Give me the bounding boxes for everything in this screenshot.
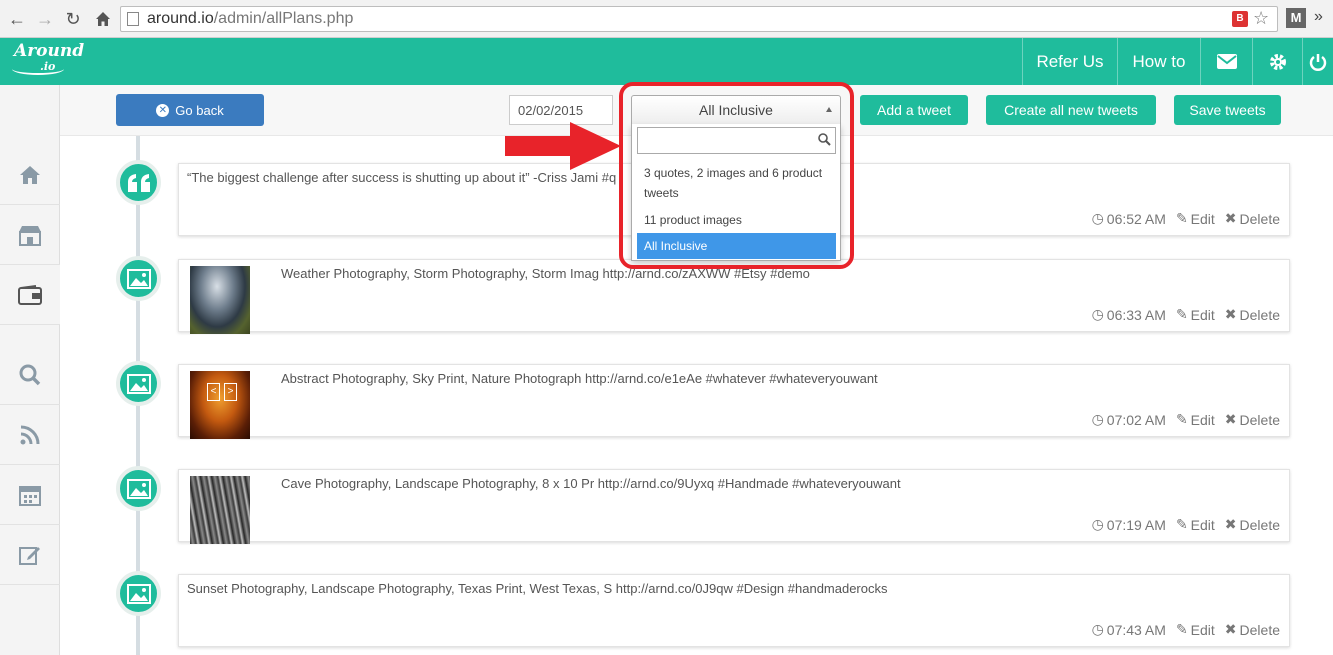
refer-us-link[interactable]: Refer Us [1022, 38, 1117, 85]
image-icon [116, 466, 161, 511]
delete-link[interactable]: ✖ Delete [1225, 621, 1280, 638]
gmail-extension-icon[interactable]: M [1286, 8, 1306, 28]
tweet-meta: ◷ 07:19 AM ✎ Edit ✖ Delete [1092, 516, 1280, 533]
back-arrow-icon[interactable]: ← [6, 8, 28, 30]
tweet-text: Abstract Photography, Sky Print, Nature … [281, 371, 878, 386]
red-arrow-icon [505, 122, 621, 170]
close-icon: ✖ [1224, 516, 1237, 532]
home-icon[interactable] [0, 145, 60, 205]
close-icon: ✖ [1224, 411, 1237, 427]
date-input[interactable] [509, 95, 613, 125]
tweet-card: Sunset Photography, Landscape Photograph… [178, 574, 1290, 647]
next-arrow-icon[interactable]: > [224, 383, 237, 401]
tweet-time: ◷ 06:52 AM [1091, 210, 1166, 227]
tweet-thumbnail[interactable] [190, 476, 250, 544]
tweet-card: < > Abstract Photography, Sky Print, Nat… [178, 364, 1290, 439]
store-icon[interactable] [0, 205, 60, 265]
page-icon [127, 12, 139, 26]
home-browser-icon[interactable] [92, 8, 114, 30]
tweet-time: ◷ 07:02 AM [1091, 411, 1166, 428]
highlight-frame [619, 82, 854, 269]
how-to-link[interactable]: How to [1117, 38, 1200, 85]
close-icon: ✖ [1224, 621, 1237, 637]
tweet-card: Cave Photography, Landscape Photography,… [178, 469, 1290, 544]
tweet-time: ◷ 07:19 AM [1091, 516, 1166, 533]
url-text: around.io/admin/allPlans.php [147, 10, 354, 27]
close-icon: ✖ [1224, 306, 1237, 322]
edit-link[interactable]: ✎ Edit [1176, 621, 1215, 638]
edit-link[interactable]: ✎ Edit [1176, 306, 1215, 323]
delete-link[interactable]: ✖ Delete [1225, 306, 1280, 323]
create-all-tweets-button[interactable]: Create all new tweets [986, 95, 1156, 125]
wallet-icon[interactable] [0, 265, 60, 325]
tweet-text: Cave Photography, Landscape Photography,… [281, 476, 901, 491]
image-icon [116, 256, 161, 301]
more-extensions-icon[interactable]: » [1314, 8, 1323, 26]
reload-icon[interactable]: ↻ [62, 8, 84, 30]
close-circle-icon: ✕ [156, 103, 170, 117]
close-icon: ✖ [1224, 210, 1237, 226]
quote-icon [116, 160, 161, 205]
tweet-meta: ◷ 06:52 AM ✎ Edit ✖ Delete [1092, 210, 1280, 227]
edit-link[interactable]: ✎ Edit [1176, 411, 1215, 428]
save-tweets-button[interactable]: Save tweets [1174, 95, 1281, 125]
clock-icon: ◷ [1091, 210, 1104, 226]
tweet-meta: ◷ 07:43 AM ✎ Edit ✖ Delete [1092, 621, 1280, 638]
tweet-meta: ◷ 07:02 AM ✎ Edit ✖ Delete [1092, 411, 1280, 428]
delete-link[interactable]: ✖ Delete [1225, 210, 1280, 227]
browser-toolbar: ← → ↻ around.io/admin/allPlans.php B ☆ M… [0, 0, 1333, 38]
delete-link[interactable]: ✖ Delete [1225, 411, 1280, 428]
add-tweet-button[interactable]: Add a tweet [860, 95, 968, 125]
pencil-icon: ✎ [1175, 621, 1188, 637]
image-icon [116, 361, 161, 406]
sidebar [0, 85, 60, 655]
power-icon[interactable] [1302, 38, 1333, 85]
edit-link[interactable]: ✎ Edit [1176, 210, 1215, 227]
edit-link[interactable]: ✎ Edit [1176, 516, 1215, 533]
tweet-thumbnail[interactable] [190, 266, 250, 334]
tweet-time: ◷ 07:43 AM [1091, 621, 1166, 638]
image-icon [116, 571, 161, 616]
clock-icon: ◷ [1091, 411, 1104, 427]
search-icon[interactable] [0, 345, 60, 405]
pencil-icon: ✎ [1175, 411, 1188, 427]
pencil-icon: ✎ [1175, 210, 1188, 226]
address-bar[interactable]: around.io/admin/allPlans.php B ☆ [120, 6, 1278, 32]
tweet-time: ◷ 06:33 AM [1091, 306, 1166, 323]
bookmark-star-icon[interactable]: ☆ [1253, 8, 1269, 29]
settings-gear-icon[interactable] [1252, 38, 1302, 85]
clock-icon: ◷ [1091, 516, 1104, 532]
calendar-icon[interactable] [0, 465, 60, 525]
tweet-thumbnail[interactable]: < > [190, 371, 250, 439]
logo-swoosh [12, 63, 64, 75]
prev-arrow-icon[interactable]: < [207, 383, 220, 401]
pencil-icon: ✎ [1175, 306, 1188, 322]
tweet-meta: ◷ 06:33 AM ✎ Edit ✖ Delete [1092, 306, 1280, 323]
extension-icon[interactable]: B [1232, 11, 1248, 27]
tweet-text: Sunset Photography, Landscape Photograph… [187, 581, 888, 596]
tweet-card: Weather Photography, Storm Photography, … [178, 259, 1290, 334]
rss-icon[interactable] [0, 405, 60, 465]
forward-arrow-icon[interactable]: → [34, 8, 56, 30]
delete-link[interactable]: ✖ Delete [1225, 516, 1280, 533]
clock-icon: ◷ [1091, 306, 1104, 322]
edit-icon[interactable] [0, 525, 60, 585]
clock-icon: ◷ [1091, 621, 1104, 637]
go-back-label: Go back [175, 102, 224, 118]
mail-icon[interactable] [1200, 38, 1252, 85]
go-back-button[interactable]: ✕ Go back [116, 94, 264, 126]
tweet-text: “The biggest challenge after success is … [187, 170, 617, 185]
app-header: Around .io Refer Us How to [0, 38, 1333, 85]
pencil-icon: ✎ [1175, 516, 1188, 532]
